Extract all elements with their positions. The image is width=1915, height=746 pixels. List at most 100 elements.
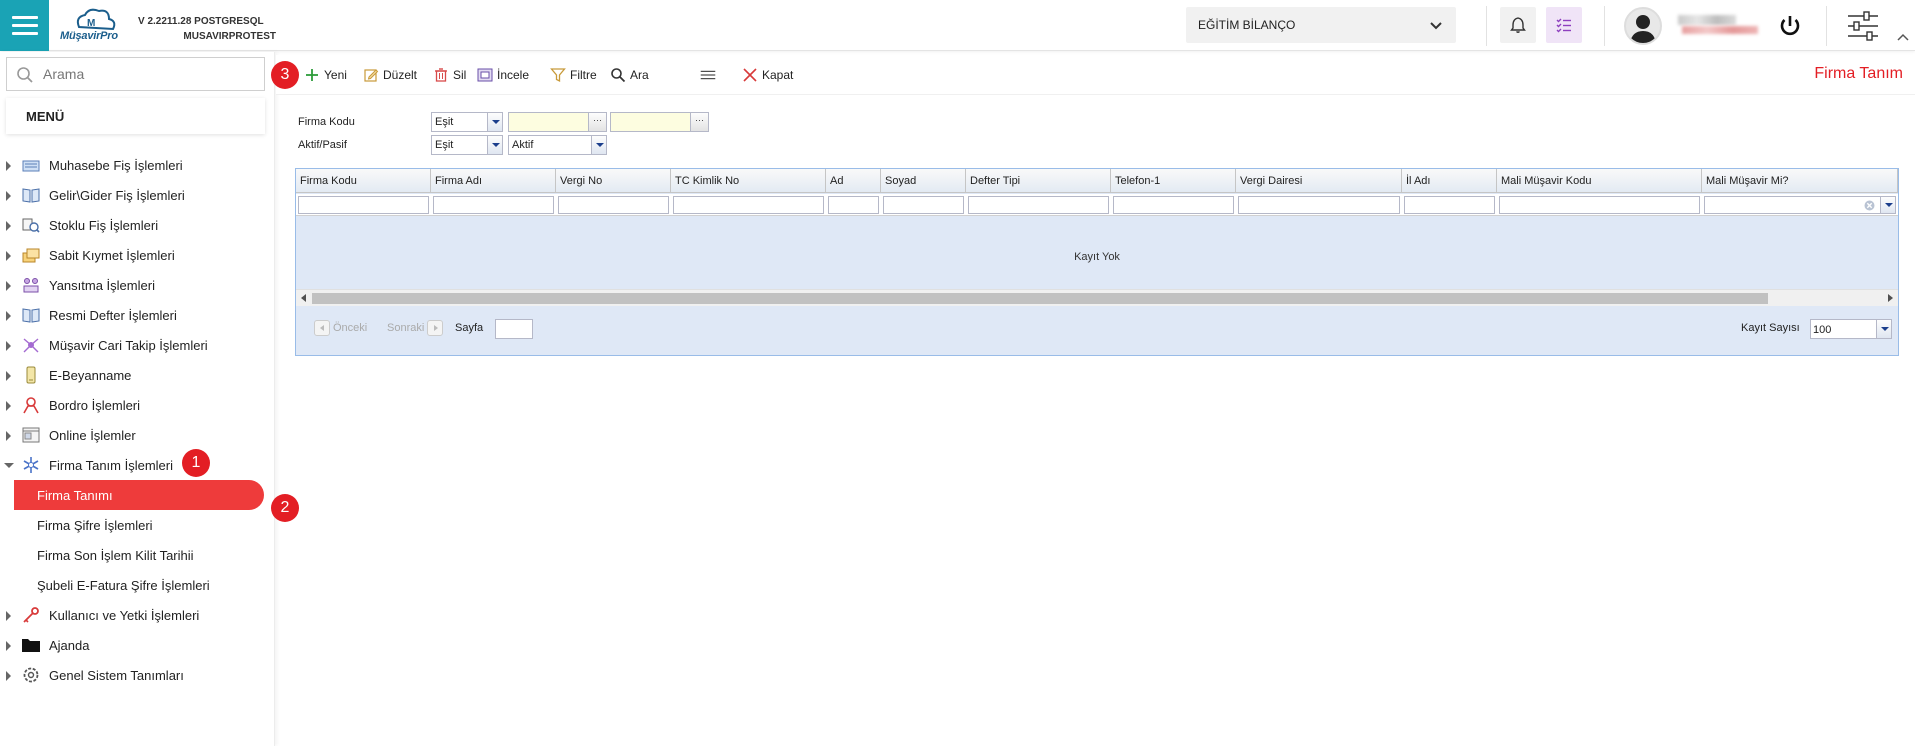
sidebar-subitem-subeli-efatura[interactable]: Şubeli E-Fatura Şifre İşlemleri: [0, 570, 275, 600]
column-filter-input[interactable]: [1499, 196, 1700, 214]
clear-icon[interactable]: [1864, 200, 1875, 211]
scroll-right-icon[interactable]: [1888, 294, 1893, 302]
find-button[interactable]: Ara: [610, 65, 649, 85]
next-page-button[interactable]: Sonraki: [387, 319, 444, 337]
sidebar-subitem-firma-sifre[interactable]: Firma Şifre İşlemleri: [0, 510, 275, 540]
active-operator-select[interactable]: Eşit: [431, 135, 503, 155]
column-header[interactable]: Firma Kodu: [296, 169, 431, 193]
ellipsis-icon[interactable]: ···: [690, 113, 708, 131]
app-name: MüşavirPro: [60, 30, 118, 42]
scroll-up-icon[interactable]: [1896, 32, 1910, 42]
tasks-button[interactable]: [1546, 7, 1582, 43]
ellipsis-icon[interactable]: ···: [588, 113, 606, 131]
code-from-input[interactable]: ···: [508, 112, 607, 132]
sidebar-item-firma-tanim[interactable]: Firma Tanım İşlemleri 1: [0, 449, 275, 480]
filter-button[interactable]: Filtre: [550, 65, 597, 85]
step-badge-2: 2: [271, 494, 299, 522]
dropdown-arrow-icon[interactable]: [591, 136, 606, 154]
code-operator-select[interactable]: Eşit: [431, 112, 503, 132]
sidebar-item-sabit-kiymet[interactable]: Sabit Kıymet İşlemleri: [0, 240, 275, 270]
sidebar-item-bordro[interactable]: Bordro İşlemleri: [0, 390, 275, 420]
edit-button-label: Düzelt: [383, 68, 418, 82]
column-header[interactable]: Vergi Dairesi: [1236, 169, 1402, 193]
column-header[interactable]: Vergi No: [556, 169, 671, 193]
dropdown-arrow-icon[interactable]: [487, 113, 502, 131]
notifications-button[interactable]: [1500, 7, 1536, 43]
column-filter-input[interactable]: [1238, 196, 1400, 214]
new-button[interactable]: Yeni: [304, 65, 347, 85]
find-button-label: Ara: [630, 68, 649, 82]
active-value-select[interactable]: Aktif: [508, 135, 607, 155]
power-icon[interactable]: [1776, 12, 1804, 40]
column-filter-input[interactable]: [558, 196, 669, 214]
menu-title: MENÜ: [6, 98, 265, 134]
search-icon: [611, 68, 626, 83]
sidebar-item-ajanda[interactable]: Ajanda: [0, 630, 275, 660]
delete-button-label: Sil: [453, 68, 467, 82]
sidebar-item-yansitma[interactable]: Yansıtma İşlemleri: [0, 270, 275, 300]
sidebar-item-gelir-gider[interactable]: Gelir\Gider Fiş İşlemleri: [0, 180, 275, 210]
dropdown-arrow-icon[interactable]: [1876, 320, 1891, 338]
search-box[interactable]: [6, 57, 265, 91]
company-select[interactable]: EĞİTİM BİLANÇO: [1186, 7, 1456, 43]
sidebar-item-muhasebe[interactable]: Muhasebe Fiş İşlemleri: [0, 150, 275, 180]
sidebar-item-e-beyanname[interactable]: E-Beyanname: [0, 360, 275, 390]
prev-page-button[interactable]: Önceki: [314, 319, 367, 337]
sidebar-item-resmi-defter[interactable]: Resmi Defter İşlemleri: [0, 300, 275, 330]
dropdown-arrow-icon[interactable]: [1880, 197, 1895, 213]
column-header[interactable]: TC Kimlik No: [671, 169, 826, 193]
page-size-select[interactable]: 100: [1810, 319, 1892, 339]
page-number-input[interactable]: [495, 319, 533, 339]
column-header[interactable]: Ad: [826, 169, 881, 193]
sliders-icon[interactable]: [1846, 10, 1880, 42]
company-select-value: EĞİTİM BİLANÇO: [1198, 18, 1296, 32]
delete-button[interactable]: Sil: [433, 65, 466, 85]
username-redacted[interactable]: [1678, 15, 1758, 35]
scroll-left-icon[interactable]: [301, 294, 306, 302]
hamburger-menu-button[interactable]: [0, 0, 49, 51]
chevron-left-icon: [314, 320, 330, 336]
sidebar-item-musavir-cari[interactable]: Müşavir Cari Takip İşlemleri: [0, 330, 275, 360]
column-filter-input[interactable]: [673, 196, 824, 214]
avatar[interactable]: [1624, 7, 1662, 45]
column-filter-input[interactable]: [298, 196, 429, 214]
scrollbar-thumb[interactable]: [312, 293, 1768, 304]
sidebar-item-label: Genel Sistem Tanımları: [49, 668, 184, 683]
column-filter-input[interactable]: [828, 196, 879, 214]
column-filter-input[interactable]: [433, 196, 554, 214]
more-menu-button[interactable]: [700, 65, 716, 85]
column-header[interactable]: Soyad: [881, 169, 966, 193]
version-text: V 2.2211.28 POSTGRESQL: [138, 16, 264, 27]
sidebar-subitem-kilit-tarihi[interactable]: Firma Son İşlem Kilit Tarihii: [0, 540, 275, 570]
edit-button[interactable]: Düzelt: [363, 65, 417, 85]
column-header[interactable]: Defter Tipi: [966, 169, 1111, 193]
book-icon: [22, 308, 40, 323]
code-to-input[interactable]: ···: [610, 112, 709, 132]
dropdown-arrow-icon[interactable]: [487, 136, 502, 154]
sidebar-item-stoklu-fis[interactable]: Stoklu Fiş İşlemleri: [0, 210, 275, 240]
column-filter-input[interactable]: [1404, 196, 1495, 214]
sidebar-subitem-firma-tanimi[interactable]: Firma Tanımı: [14, 480, 264, 510]
close-button[interactable]: Kapat: [742, 65, 793, 85]
top-bar: M MüşavirPro V 2.2211.28 POSTGRESQL MUSA…: [0, 0, 1915, 51]
column-header[interactable]: Firma Adı: [431, 169, 556, 193]
empty-message: Kayıt Yok: [1074, 251, 1120, 263]
sidebar-item-label: Firma Tanım İşlemleri: [49, 458, 174, 473]
search-input[interactable]: [43, 64, 258, 84]
column-header[interactable]: Telefon-1: [1111, 169, 1236, 193]
sidebar-item-online[interactable]: Online İşlemler: [0, 420, 275, 450]
column-filter-select[interactable]: [1704, 196, 1896, 214]
step-badge-1: 1: [182, 449, 210, 477]
sidebar-item-label: Müşavir Cari Takip İşlemleri: [49, 338, 208, 353]
inspect-button[interactable]: İncele: [477, 65, 529, 85]
column-header[interactable]: İl Adı: [1402, 169, 1497, 193]
window-icon: [22, 427, 40, 443]
sidebar-item-kullanici-yetki[interactable]: Kullanıcı ve Yetki İşlemleri: [0, 600, 275, 630]
sidebar-item-genel-sistem[interactable]: Genel Sistem Tanımları: [0, 660, 275, 690]
column-header[interactable]: Mali Müşavir Kodu: [1497, 169, 1702, 193]
column-filter-input[interactable]: [1113, 196, 1234, 214]
column-filter-input[interactable]: [968, 196, 1109, 214]
column-header[interactable]: Mali Müşavir Mi?: [1702, 169, 1898, 193]
horizontal-scrollbar[interactable]: [296, 289, 1898, 306]
column-filter-input[interactable]: [883, 196, 964, 214]
